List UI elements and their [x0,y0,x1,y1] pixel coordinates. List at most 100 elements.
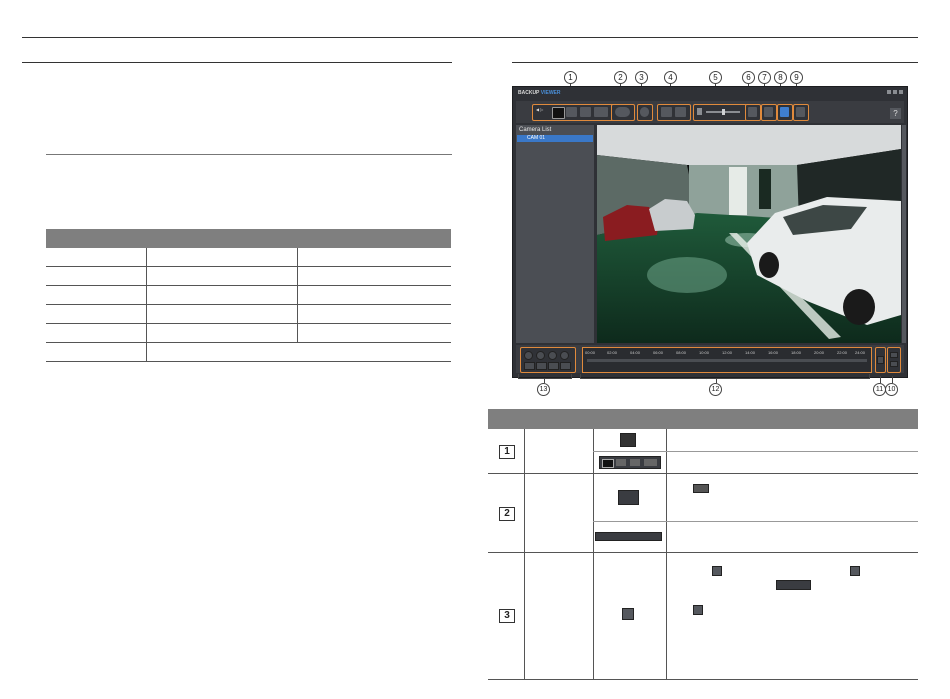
table-header-row [46,229,451,248]
search-inline-icon-a [712,566,722,576]
split-4-button[interactable] [566,107,577,117]
split-1-button[interactable] [552,107,565,119]
forward-button[interactable] [560,351,569,360]
zoom-group [875,347,886,373]
display-setting-button[interactable] [615,107,630,117]
capture-print-group [657,104,691,121]
video-scrollbar[interactable] [902,125,906,343]
zoom-button[interactable] [877,356,884,364]
callout-10: 10 [885,383,898,396]
range-bar-icon [595,532,662,541]
split-9-button[interactable] [580,107,591,117]
split-buttons-icon [599,456,661,469]
left-table [46,229,451,362]
timeline-tick: 06:00 [653,350,664,355]
app-title: BACKUP VIEWER [518,90,561,96]
last-frame-button[interactable] [560,362,571,370]
next-frame-button[interactable] [548,362,559,370]
button-7[interactable] [764,107,773,117]
timeline-tick: 22:00 [837,350,848,355]
table-row [46,342,451,362]
rewind-button[interactable] [524,351,533,360]
split-mode-icon [620,433,636,447]
timeline-tick: 12:00 [722,350,733,355]
scale-up-button[interactable] [890,352,898,358]
component-table: 1 2 3 [488,409,918,680]
button-6-group [745,104,761,121]
split-screen-group: ◀ ▷ [532,104,614,121]
timeline-tick: 20:00 [814,350,825,355]
close-icon[interactable] [899,90,903,94]
speaker-icon[interactable] [697,108,702,115]
first-frame-button[interactable] [524,362,535,370]
scale-down-button[interactable] [890,361,898,367]
button-7-group [761,104,777,121]
timeline-tick: 02:00 [607,350,618,355]
table-row [46,285,451,305]
reverse-play-button[interactable] [536,351,545,360]
camera-list-header: Camera List [519,127,552,133]
window-controls [887,90,903,94]
timeline-track[interactable] [587,359,867,362]
fullscreen-group [793,104,809,121]
callout-13: 13 [537,383,550,396]
row-number-1: 1 [499,445,515,459]
parking-garage-image [597,125,901,343]
search-inline-icon-c [693,605,703,615]
row-divider [488,473,918,474]
display-setting-group [611,104,635,121]
volume-handle[interactable] [722,109,725,115]
top-rule [22,37,918,38]
column-divider [666,429,667,680]
display-inline-icon [693,484,709,493]
help-button[interactable]: ? [890,108,901,119]
search-icon [622,608,634,620]
left-subsection-rule [46,154,452,155]
video-view[interactable] [597,125,901,343]
button-8[interactable] [780,107,789,117]
callout-12: 12 [709,383,722,396]
timeline-tick: 00:00 [585,350,596,355]
row-number-2: 2 [499,507,515,521]
maximize-icon[interactable] [893,90,897,94]
timeline-tick: 14:00 [745,350,756,355]
search-inline-icon-b [850,566,860,576]
table-header [488,409,918,429]
timeline-tick: 08:00 [676,350,687,355]
range-bar-inline-icon [776,580,811,590]
row-number-3: 3 [499,609,515,623]
table-row [46,266,451,286]
row-divider [593,451,918,452]
camera-list-panel: Camera List CAM 01 [516,125,594,343]
row-divider [488,552,918,553]
volume-group [693,104,747,121]
column-divider [593,429,594,680]
timeline-tick: 18:00 [791,350,802,355]
play-button[interactable] [548,351,557,360]
callout-line [892,376,893,383]
print-button[interactable] [675,107,686,117]
timeline-tick: 10:00 [699,350,710,355]
toolbar: ◀ ▷ [516,101,904,123]
playback-controls-group [520,347,576,373]
right-section-rule [512,62,918,63]
bracket-13 [518,374,572,379]
split-mode-icon[interactable]: ◀ ▷ [536,107,549,117]
timeline-tick: 16:00 [768,350,779,355]
table-row [46,304,451,324]
minimize-icon[interactable] [887,90,891,94]
callout-line [880,376,881,383]
button-6[interactable] [748,107,757,117]
timeline[interactable]: 00:00 02:00 04:00 06:00 08:00 10:00 12:0… [582,347,872,373]
left-section-rule [22,62,452,63]
row-divider [488,679,918,680]
bracket-12 [580,374,870,379]
backup-viewer-window: BACKUP VIEWER ◀ ▷ ? Camera List CAM 01 0… [512,86,908,378]
capture-button[interactable] [661,107,672,117]
prev-frame-button[interactable] [536,362,547,370]
timeline-scale-group [887,347,901,373]
search-button[interactable] [640,107,649,117]
camera-list-item[interactable]: CAM 01 [517,135,593,142]
fullscreen-button[interactable] [796,107,805,117]
split-16-button[interactable] [594,107,608,117]
